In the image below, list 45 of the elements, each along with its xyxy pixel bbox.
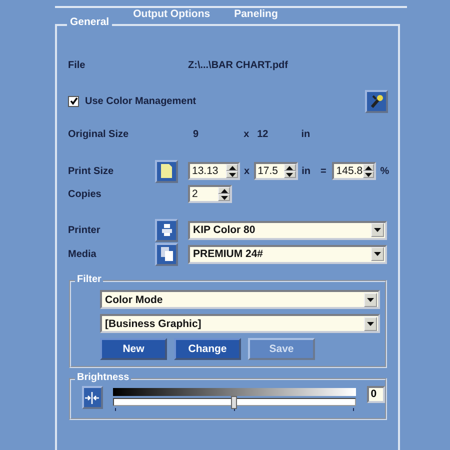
times-sign: x <box>244 128 250 140</box>
copies-spinner[interactable]: 2 <box>188 185 232 203</box>
field-label: Copies <box>68 188 102 200</box>
equals-sign: = <box>320 166 326 176</box>
dropdown[interactable]: KIP Color 80 <box>188 220 387 240</box>
height-spinner[interactable]: 17.5 <box>254 162 298 180</box>
caret-icon[interactable] <box>367 322 374 326</box>
unit-label: in <box>301 128 310 140</box>
size-value: 12 <box>257 128 268 140</box>
slider-track[interactable] <box>112 398 356 406</box>
printer-icon[interactable] <box>155 218 178 242</box>
file-path: Z:\...\BAR CHART.pdf <box>188 60 288 70</box>
up-arrow-icon[interactable] <box>228 166 236 170</box>
group-title: Brightness <box>75 372 132 383</box>
dropdown[interactable]: [Business Graphic] <box>100 314 380 333</box>
wand-icon[interactable] <box>365 90 388 112</box>
dropdown[interactable]: Color Mode <box>100 290 380 309</box>
caret-icon[interactable] <box>367 298 374 302</box>
field-label: Printer <box>68 224 102 236</box>
unit-label: in <box>302 166 310 176</box>
action-button[interactable]: New <box>100 338 167 360</box>
size-value: 9 <box>193 128 199 140</box>
field-label: Media <box>68 248 98 260</box>
page-icon[interactable] <box>155 160 178 182</box>
brightness-value[interactable]: 0 <box>366 386 385 403</box>
caret-icon[interactable] <box>374 228 381 232</box>
center-icon[interactable] <box>82 386 103 409</box>
times-sign: x <box>244 166 250 176</box>
checkbox-label: Use Color Management <box>85 96 196 106</box>
slider-thumb[interactable] <box>231 396 238 409</box>
field-label: Print Size <box>68 166 115 176</box>
up-arrow-icon[interactable] <box>220 188 228 192</box>
scale-spinner[interactable]: 145.8 <box>332 162 376 180</box>
up-arrow-icon[interactable] <box>364 166 372 170</box>
dropdown[interactable]: PREMIUM 24# <box>188 244 387 264</box>
percent-sign: % <box>380 166 390 176</box>
field-label: File <box>68 60 86 70</box>
caret-icon[interactable] <box>374 252 381 256</box>
checkbox[interactable] <box>68 96 79 106</box>
group-title: Filter <box>75 274 104 285</box>
field-label: Original Size <box>68 128 130 140</box>
action-button[interactable]: Change <box>174 338 241 360</box>
width-spinner[interactable]: 13.13 <box>188 162 240 180</box>
up-arrow-icon[interactable] <box>286 166 294 170</box>
pages-icon[interactable] <box>155 242 178 266</box>
